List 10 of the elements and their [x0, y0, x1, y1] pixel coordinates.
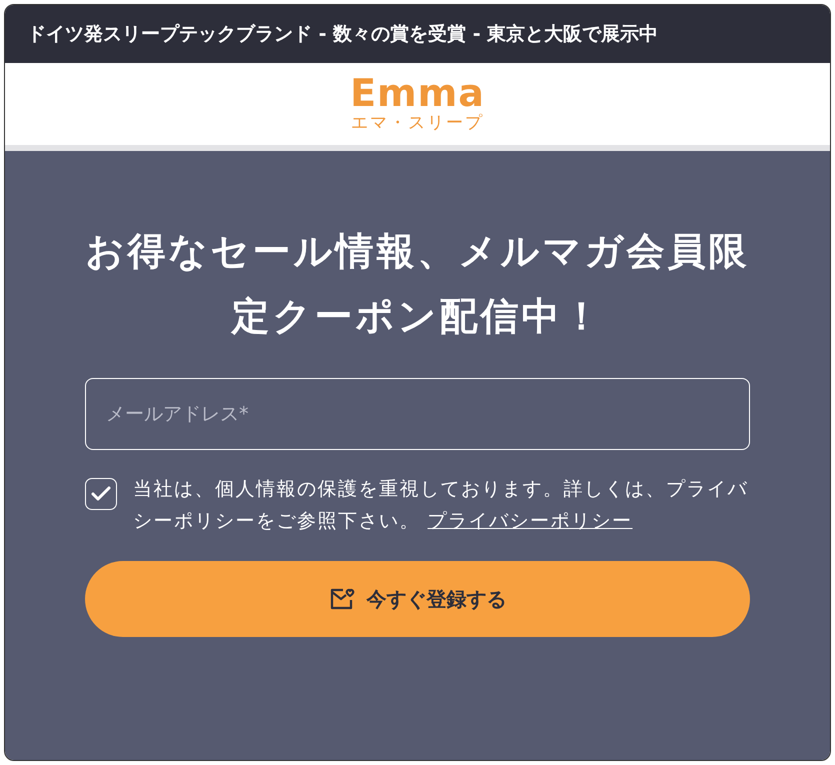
headline: お得なセール情報、メルマガ会員限定クーポン配信中！ — [85, 228, 750, 340]
checkmark-icon — [91, 486, 111, 502]
announcement-text: ドイツ発スリープテックブランド - 数々の賞を受賞 - 東京と大阪で展示中 — [27, 22, 658, 47]
subscribe-button[interactable]: 今すぐ登録する — [85, 560, 750, 637]
email-field[interactable]: メールアドレス* — [85, 378, 750, 450]
envelope-heart-icon — [328, 586, 354, 611]
consent-checkbox[interactable] — [85, 478, 117, 510]
privacy-policy-link[interactable]: プライバシーポリシー — [428, 510, 633, 532]
logo-subtitle: エマ・スリープ — [351, 112, 484, 134]
consent-text: 当社は、個人情報の保護を重視しております。詳しくは、プライバシーポリシーをご参照下さい。 プライバシーポリシー — [133, 477, 749, 534]
